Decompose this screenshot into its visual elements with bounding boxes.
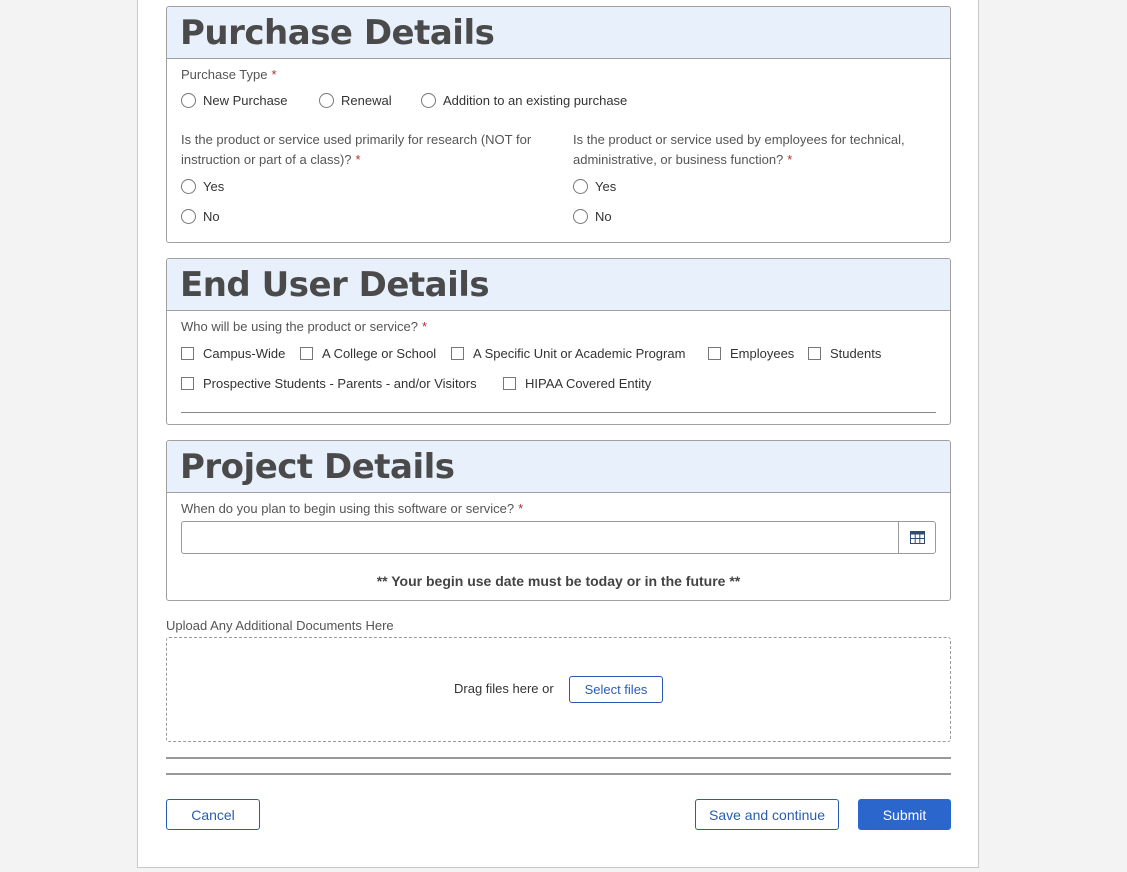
checkbox-box[interactable] — [808, 347, 821, 360]
required-mark: * — [355, 152, 361, 167]
radio-circle[interactable] — [573, 209, 588, 224]
radio-circle[interactable] — [181, 93, 196, 108]
purchase-type-label: Purchase Type * — [181, 67, 277, 82]
calendar-icon — [909, 531, 925, 544]
select-files-button[interactable]: Select files — [569, 676, 663, 703]
begin-date-label: When do you plan to begin using this sof… — [181, 501, 524, 516]
radio-renewal[interactable]: Renewal — [319, 93, 392, 108]
calendar-button[interactable] — [898, 521, 936, 554]
checkbox-box[interactable] — [451, 347, 464, 360]
divider — [181, 412, 936, 413]
divider — [166, 773, 951, 775]
end-user-details-section: End User Details — [166, 258, 951, 425]
checkbox-college-or-school[interactable]: A College or School — [300, 346, 436, 361]
radio-circle[interactable] — [319, 93, 334, 108]
begin-date-input[interactable] — [181, 521, 899, 554]
checkbox-hipaa[interactable]: HIPAA Covered Entity — [503, 376, 651, 391]
radio-addition[interactable]: Addition to an existing purchase — [421, 93, 627, 108]
upload-dropzone[interactable] — [166, 637, 951, 742]
radio-circle[interactable] — [421, 93, 436, 108]
radio-circle[interactable] — [573, 179, 588, 194]
radio-employee-no[interactable]: No — [573, 209, 612, 224]
begin-date-note: ** Your begin use date must be today or … — [376, 573, 741, 589]
checkbox-employees[interactable]: Employees — [708, 346, 794, 361]
divider — [166, 757, 951, 759]
section-header: Project Details — [167, 441, 950, 493]
checkbox-box[interactable] — [181, 377, 194, 390]
checkbox-specific-unit[interactable]: A Specific Unit or Academic Program — [451, 346, 685, 361]
required-mark: * — [271, 67, 277, 82]
checkbox-campus-wide[interactable]: Campus-Wide — [181, 346, 285, 361]
submit-button[interactable]: Submit — [858, 799, 951, 830]
checkbox-box[interactable] — [300, 347, 313, 360]
checkbox-students[interactable]: Students — [808, 346, 881, 361]
section-header: Purchase Details — [167, 7, 950, 59]
section-title: End User Details — [180, 265, 490, 305]
required-mark: * — [422, 319, 428, 334]
required-mark: * — [787, 152, 793, 167]
radio-circle[interactable] — [181, 179, 196, 194]
radio-employee-yes[interactable]: Yes — [573, 179, 616, 194]
radio-research-no[interactable]: No — [181, 209, 220, 224]
purchase-details-section: Purchase Details — [166, 6, 951, 243]
checkbox-box[interactable] — [503, 377, 516, 390]
end-user-question: Who will be using the product or service… — [181, 319, 428, 334]
section-title: Purchase Details — [180, 13, 495, 53]
drag-files-text: Drag files here or — [454, 681, 554, 696]
cancel-button[interactable]: Cancel — [166, 799, 260, 830]
section-header: End User Details — [167, 259, 950, 311]
checkbox-prospective-students[interactable]: Prospective Students - Parents - and/or … — [181, 376, 477, 391]
research-question: Is the product or service used primarily… — [181, 132, 532, 167]
save-and-continue-button[interactable]: Save and continue — [695, 799, 839, 830]
checkbox-box[interactable] — [181, 347, 194, 360]
radio-new-purchase[interactable]: New Purchase — [181, 93, 288, 108]
radio-research-yes[interactable]: Yes — [181, 179, 224, 194]
checkbox-box[interactable] — [708, 347, 721, 360]
required-mark: * — [518, 501, 524, 516]
section-title: Project Details — [180, 447, 455, 487]
employee-question: Is the product or service used by employ… — [573, 132, 905, 167]
radio-circle[interactable] — [181, 209, 196, 224]
upload-label: Upload Any Additional Documents Here — [166, 618, 394, 633]
